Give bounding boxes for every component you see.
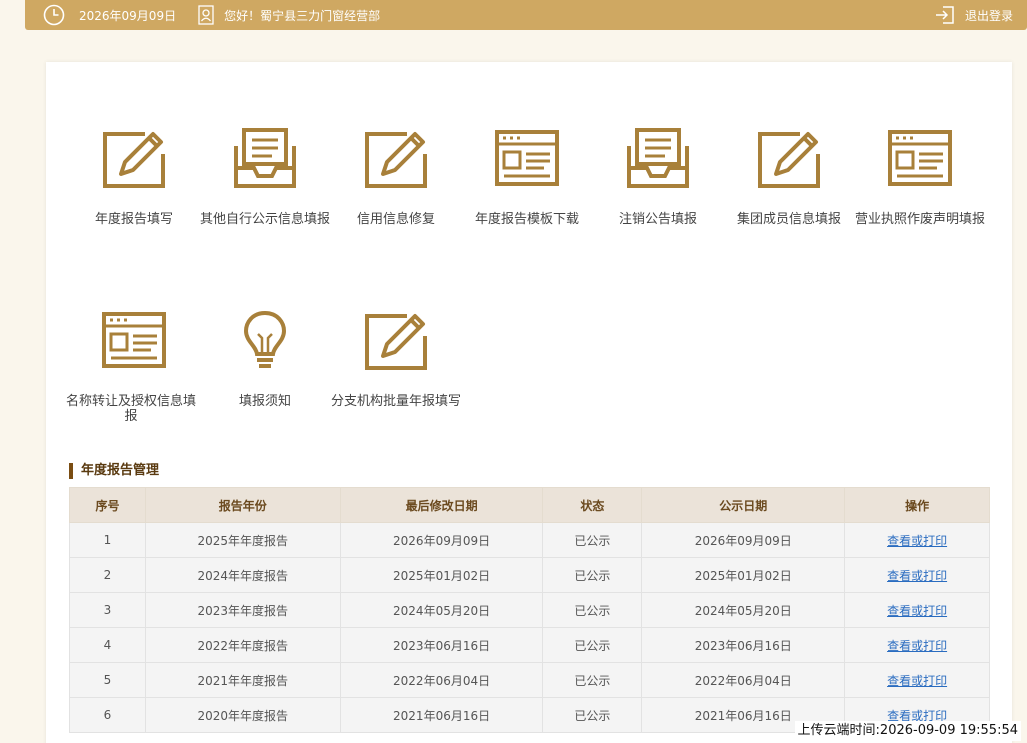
table-cell: 2024年年度报告 <box>144 557 341 593</box>
table-cell: 查看或打印 <box>844 522 990 558</box>
table-row: 4 2022年年度报告 2023年06月16日 已公示 2023年06月16日 查看或打印 <box>69 627 990 663</box>
table-cell: 已公示 <box>542 627 643 663</box>
logout-label: 退出登录 <box>964 8 1013 23</box>
table-cell: 2026年09月09日 <box>339 522 544 558</box>
col-header-publish-date: 公示日期 <box>641 487 846 523</box>
annual-report-table: 序号 报告年份 最后修改日期 状态 公示日期 操作 1 2025年年度报告 2026… <box>69 487 990 733</box>
table-row: 2 2024年年度报告 2025年01月02日 已公示 2025年01月02日 查看或打印 <box>69 557 990 593</box>
table-header-row: 序号 报告年份 最后修改日期 状态 公示日期 操作 <box>69 487 990 523</box>
table-cell: 4 <box>69 627 146 663</box>
table-row: 1 2025年年度报告 2026年09月09日 已公示 2026年09月09日 查看或打印 <box>69 522 990 558</box>
table-cell: 已公示 <box>542 557 643 593</box>
user-greeting: 您好！蜀宁县三力门窗经营部 <box>224 8 381 23</box>
table-cell: 2021年年度报告 <box>144 662 341 698</box>
logout-icon <box>935 6 954 24</box>
user-badge-icon <box>198 5 214 25</box>
table-cell: 已公示 <box>542 592 643 628</box>
table-cell: 2020年年度报告 <box>144 697 341 733</box>
table-row: 5 2021年年度报告 2022年06月04日 已公示 2022年06月04日 查看或打印 <box>69 662 990 698</box>
col-header-year: 报告年份 <box>144 487 341 523</box>
table-cell: 5 <box>69 662 146 698</box>
col-header-status: 状态 <box>542 487 643 523</box>
logout-button[interactable]: 退出登录 <box>935 0 1013 30</box>
view-print-link[interactable]: 查看或打印 <box>887 639 947 653</box>
table-cell: 查看或打印 <box>844 662 990 698</box>
table-cell: 2023年06月16日 <box>641 627 846 663</box>
table-cell: 已公示 <box>542 522 643 558</box>
top-bar: 2026年09月09日 您好！蜀宁县三力门窗经营部 退出登录 <box>25 0 1027 30</box>
table-cell: 2023年06月16日 <box>339 627 544 663</box>
view-print-link[interactable]: 查看或打印 <box>887 604 947 618</box>
table-cell: 2025年年度报告 <box>144 522 341 558</box>
table-cell: 2025年01月02日 <box>339 557 544 593</box>
table-cell: 6 <box>69 697 146 733</box>
table-cell: 查看或打印 <box>844 592 990 628</box>
table-cell: 已公示 <box>542 697 643 733</box>
view-print-link[interactable]: 查看或打印 <box>887 674 947 688</box>
table-cell: 2023年年度报告 <box>144 592 341 628</box>
table-cell: 2026年09月09日 <box>641 522 846 558</box>
table-cell: 2022年年度报告 <box>144 627 341 663</box>
col-header-modified: 最后修改日期 <box>339 487 544 523</box>
col-header-index: 序号 <box>69 487 146 523</box>
table-cell: 2024年05月20日 <box>339 592 544 628</box>
view-print-link[interactable]: 查看或打印 <box>887 569 947 583</box>
table-cell: 2025年01月02日 <box>641 557 846 593</box>
table-cell: 2021年06月16日 <box>339 697 544 733</box>
col-header-action: 操作 <box>844 487 990 523</box>
upload-timestamp: 上传云端时间:2026-09-09 19:55:54 <box>794 721 1021 741</box>
table-cell: 2022年06月04日 <box>339 662 544 698</box>
table-cell: 1 <box>69 522 146 558</box>
tile-label: 分支机构批量年报填写 <box>330 394 461 409</box>
view-print-link[interactable]: 查看或打印 <box>887 534 947 548</box>
table-cell: 2 <box>69 557 146 593</box>
clock-icon <box>43 4 65 26</box>
tile-label: 营业执照作废声明填报 <box>854 212 985 227</box>
table-cell: 查看或打印 <box>844 627 990 663</box>
edit-icon <box>316 310 476 372</box>
table-cell: 2024年05月20日 <box>641 592 846 628</box>
section-title: 年度报告管理 <box>69 463 159 479</box>
window-icon <box>840 128 1000 190</box>
table-cell: 已公示 <box>542 662 643 698</box>
table-row: 3 2023年年度报告 2024年05月20日 已公示 2024年05月20日 查看或打印 <box>69 592 990 628</box>
table-cell: 3 <box>69 592 146 628</box>
tile-10[interactable]: 分支机构批量年报填写 <box>316 310 476 409</box>
table-cell: 2022年06月04日 <box>641 662 846 698</box>
current-date: 2026年09月09日 <box>79 8 177 23</box>
table-cell: 查看或打印 <box>844 557 990 593</box>
tile-7[interactable]: 营业执照作废声明填报 <box>840 128 1000 227</box>
